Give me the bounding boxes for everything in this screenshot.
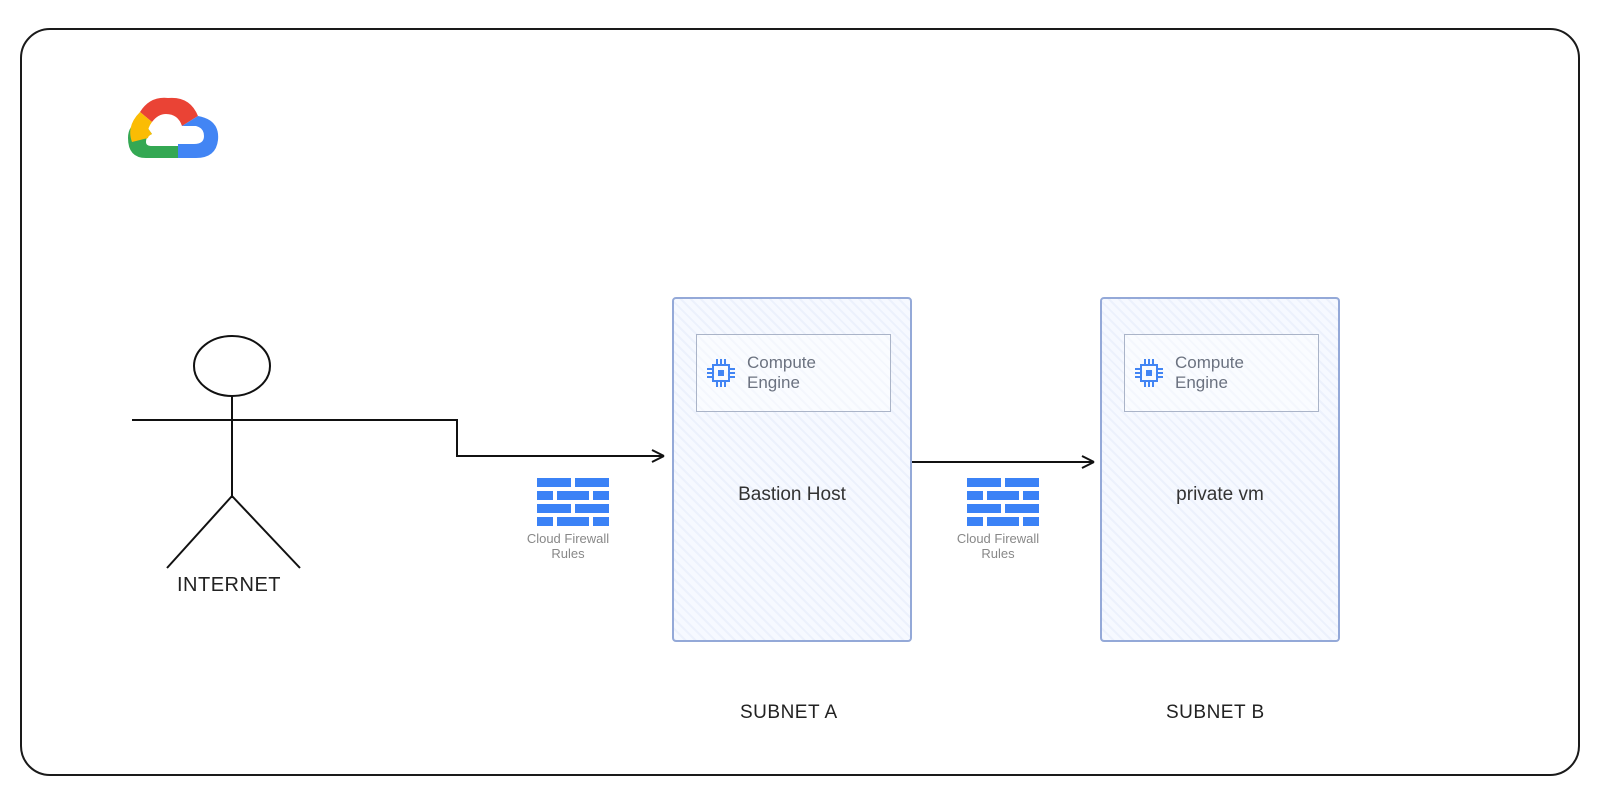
- compute-engine-text: Compute Engine: [1175, 353, 1244, 392]
- gcp-logo-icon: [118, 86, 228, 171]
- firewall-2: Cloud Firewall Rules: [962, 478, 1043, 562]
- subnet-b-box: Compute Engine private vm: [1100, 297, 1340, 642]
- arrow-bastion-to-private: [912, 452, 1102, 472]
- firewall-label: Cloud Firewall Rules: [953, 532, 1043, 562]
- compute-engine-icon: [1135, 359, 1163, 387]
- bastion-host-label: Bastion Host: [674, 484, 910, 506]
- subnet-b-label: SUBNET B: [1166, 702, 1265, 724]
- firewall-1: Cloud Firewall Rules: [532, 478, 613, 562]
- subnet-a-box: Compute Engine Bastion Host: [672, 297, 912, 642]
- compute-engine-icon: [707, 359, 735, 387]
- internet-label: INTERNET: [177, 574, 281, 597]
- subnet-a-label: SUBNET A: [740, 702, 838, 724]
- compute-engine-text: Compute Engine: [747, 353, 816, 392]
- compute-engine-card-a: Compute Engine: [696, 334, 891, 412]
- firewall-label: Cloud Firewall Rules: [523, 532, 613, 562]
- compute-engine-card-b: Compute Engine: [1124, 334, 1319, 412]
- firewall-icon: [967, 478, 1039, 526]
- private-vm-label: private vm: [1102, 484, 1338, 506]
- diagram-frame: INTERNET Cloud Firewall Rules: [20, 28, 1580, 776]
- firewall-icon: [537, 478, 609, 526]
- arrow-internet-to-bastion: [352, 398, 677, 468]
